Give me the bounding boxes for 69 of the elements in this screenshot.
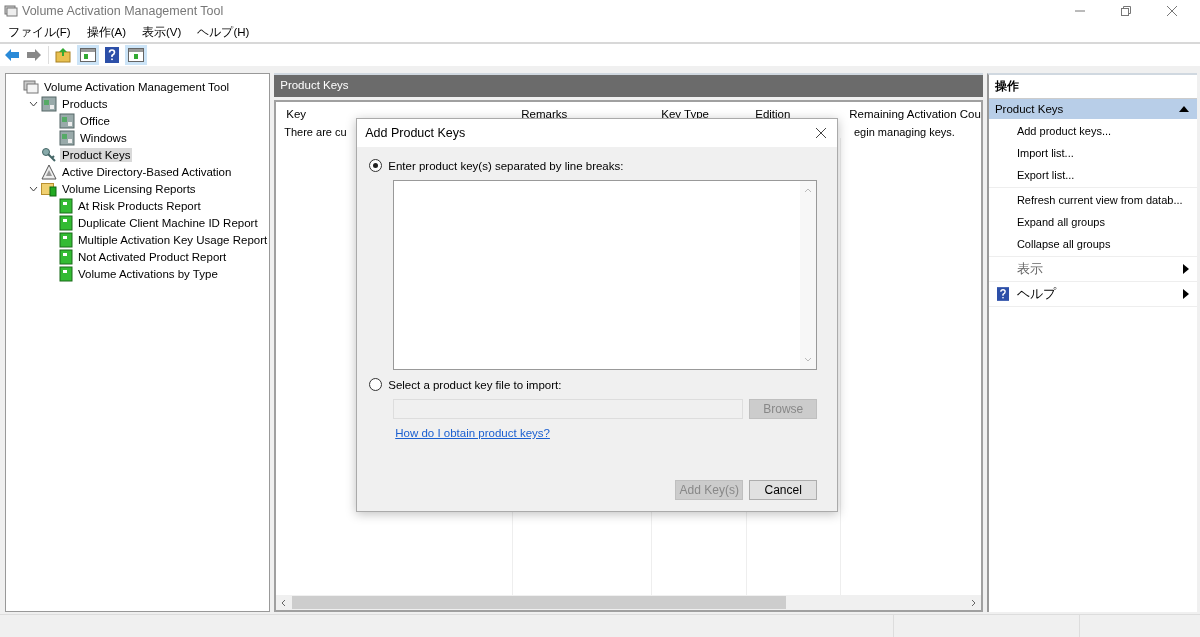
app-icon [4,4,18,18]
tree-item[interactable]: Windows [78,130,129,145]
menu-item[interactable]: ヘルプ(H) [197,24,250,40]
action-item[interactable]: 表示 [1016,260,1183,278]
panel-header: Product Keys [274,73,983,97]
collapse-icon[interactable] [1179,106,1189,112]
pane-icon[interactable] [80,48,96,62]
chevron-icon[interactable] [28,100,38,107]
submenu-arrow-icon [1183,264,1189,274]
cancel-button[interactable]: Cancel [749,480,818,500]
report-icon [59,231,73,248]
tree-item[interactable]: Volume Activations by Type [76,266,220,281]
dialog-title: Add Product Keys [365,126,466,140]
report-icon [59,265,73,282]
tree-item[interactable]: Product Keys [60,147,133,162]
tree-item[interactable]: At Risk Products Report [76,198,203,213]
tree-item[interactable]: Products [60,96,110,111]
restore-icon[interactable] [1120,5,1132,17]
action-pane-icon[interactable] [128,48,144,62]
help-link[interactable]: How do I obtain product keys? [395,427,550,439]
product-icon [59,112,75,129]
help-icon [996,287,1009,301]
tree-item[interactable]: Office [78,113,112,128]
radio-button[interactable] [369,378,383,391]
radio-button[interactable] [369,159,383,172]
action-item[interactable]: Refresh current view from datab... [1016,194,1189,206]
empty-message: egin managing keys. [854,126,955,138]
tree-item[interactable]: Duplicate Client Machine ID Report [76,215,260,230]
close-icon[interactable] [815,127,828,139]
product-icon [41,95,57,112]
action-item[interactable]: Expand all groups [1016,216,1189,228]
key-icon [41,146,57,163]
chevron-icon[interactable] [28,185,38,192]
back-arrow-icon[interactable] [4,48,20,62]
report-icon [59,197,73,214]
forward-arrow-icon[interactable] [26,48,42,62]
action-item[interactable]: Add product keys... [1016,125,1189,137]
action-item[interactable]: Import list... [1016,147,1189,159]
column-header[interactable]: Key [276,108,512,120]
radio-label[interactable]: Select a product key file to import: [388,378,562,391]
column-header[interactable]: Remarks [511,108,652,120]
help-icon[interactable] [105,47,119,63]
column-header[interactable]: Edition [745,108,840,120]
report-icon [59,214,73,231]
action-item[interactable]: Collapse all groups [1016,238,1189,250]
triangle-icon [41,163,57,180]
menu-item[interactable]: 表示(V) [142,24,182,40]
tree-item[interactable]: Volume Activation Management Tool [42,79,232,94]
product-icon [59,129,75,146]
window-title: Volume Activation Management Tool [22,4,224,18]
tree-item[interactable]: Not Activated Product Report [76,249,229,264]
submenu-arrow-icon [1183,289,1189,299]
folder-up-icon[interactable] [55,47,71,63]
section-header[interactable]: Product Keys [988,99,1197,119]
column-header[interactable]: Remaining Activation Cou [839,108,981,120]
close-icon[interactable] [1166,5,1178,17]
action-item[interactable]: ヘルプ [1016,285,1183,303]
console-icon [23,78,39,95]
radio-label[interactable]: Enter product key(s) separated by line breaks: [388,159,624,172]
action-item[interactable]: Export list... [1016,169,1189,181]
empty-message: There are cu [284,126,347,138]
horizontal-scrollbar[interactable] [276,595,981,610]
menu-item[interactable]: 操作(A) [86,24,127,40]
folder-icon [41,180,57,197]
report-icon [59,248,73,265]
menu-item[interactable]: ファイル(F) [8,24,71,40]
tree-item[interactable]: Multiple Activation Key Usage Report [76,232,270,247]
tree-item[interactable]: Volume Licensing Reports [60,181,198,196]
tree-item[interactable]: Active Directory-Based Activation [60,164,234,179]
